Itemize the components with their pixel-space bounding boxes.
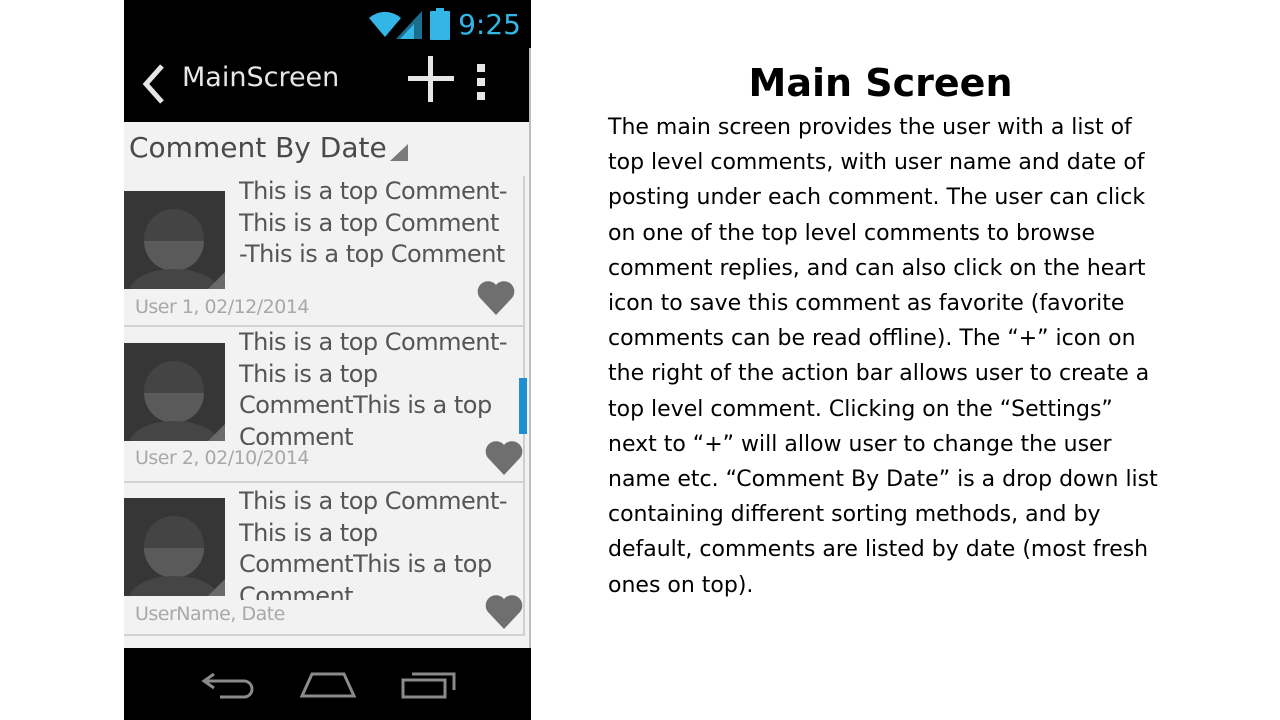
description-title: Main Screen — [748, 61, 1013, 105]
dropdown-triangle-icon — [390, 144, 408, 161]
user-avatar-icon — [130, 361, 225, 441]
heart-icon[interactable] — [484, 592, 524, 630]
comment-text: This is a top Comment-This is a top Comm… — [239, 487, 508, 600]
status-icons: 9:25 — [368, 6, 521, 42]
comment-list-item[interactable]: This is a top Comment-This is a top Comm… — [124, 486, 524, 636]
comment-list-item[interactable]: This is a top Comment-This is a top Comm… — [124, 327, 524, 477]
recent-apps-icon[interactable] — [400, 668, 458, 700]
phone-mockup: 9:25 MainScreen Comment By Date This is … — [124, 0, 531, 720]
phone-frame-edge — [529, 48, 531, 648]
user-avatar-icon — [130, 516, 225, 596]
list-divider — [124, 634, 524, 636]
comment-meta: User 2, 02/10/2014 — [135, 447, 310, 469]
list-divider — [124, 481, 524, 483]
status-bar: 9:25 — [124, 0, 531, 48]
description-body: The main screen provides the user with a… — [608, 115, 1158, 598]
action-bar-title: MainScreen — [182, 62, 340, 93]
comment-list-item[interactable]: This is a top Comment- This is a top Com… — [124, 176, 524, 326]
heart-icon[interactable] — [476, 278, 516, 316]
signal-icon — [396, 11, 423, 39]
avatar — [124, 191, 225, 289]
plus-icon[interactable] — [406, 54, 456, 104]
avatar — [124, 498, 225, 596]
user-avatar-icon — [130, 209, 225, 289]
action-bar: MainScreen — [124, 48, 531, 122]
back-chevron-icon[interactable] — [140, 62, 168, 106]
home-icon[interactable] — [298, 668, 358, 700]
comment-text: This is a top Comment-This is a top Comm… — [239, 328, 508, 445]
heart-icon[interactable] — [484, 438, 524, 476]
avatar — [124, 343, 225, 441]
comment-text: This is a top Comment- This is a top Com… — [239, 177, 508, 268]
navigation-bar — [124, 648, 531, 720]
sort-dropdown-label: Comment By Date — [129, 131, 387, 164]
status-time: 9:25 — [458, 7, 521, 41]
sort-dropdown[interactable]: Comment By Date — [124, 122, 531, 176]
comment-meta: User 1, 02/12/2014 — [135, 296, 310, 318]
overflow-menu-icon[interactable] — [474, 62, 488, 102]
battery-icon — [430, 8, 451, 40]
comment-meta: UserName, Date — [135, 603, 285, 625]
back-icon[interactable] — [200, 668, 256, 700]
